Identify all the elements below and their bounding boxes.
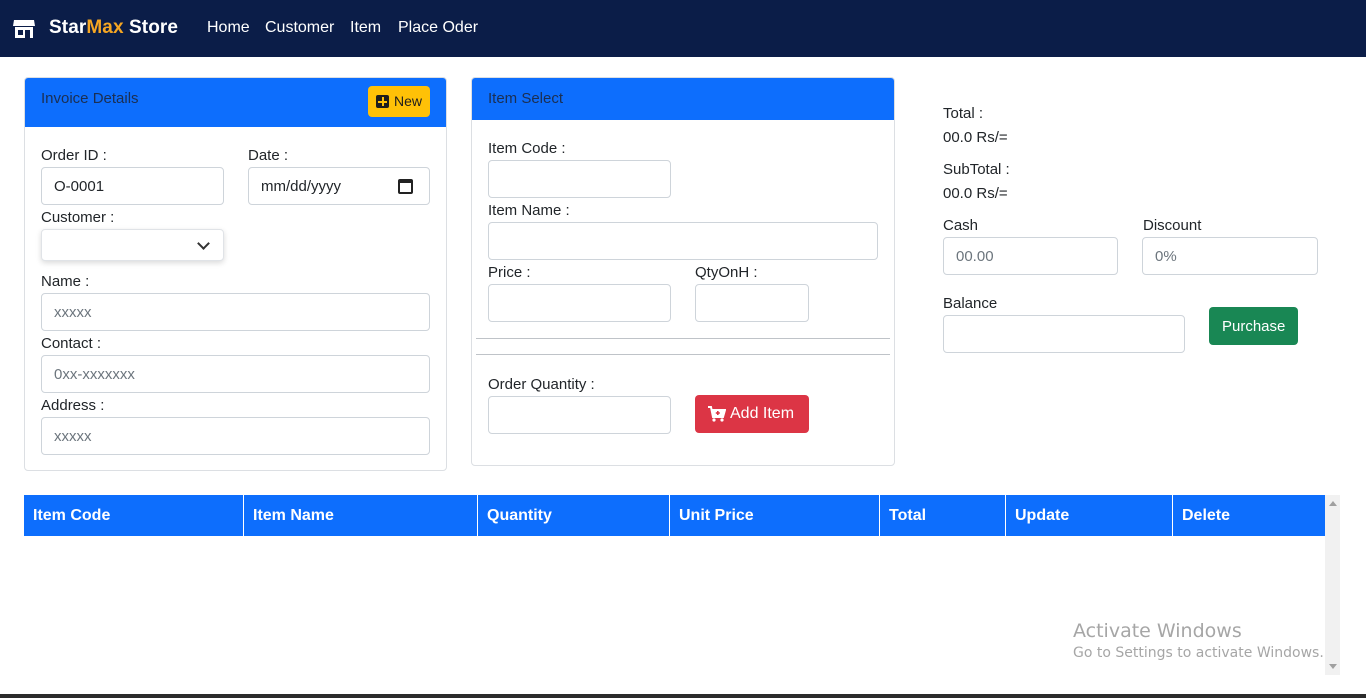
cash-label: Cash <box>943 217 979 234</box>
order-quantity-input[interactable] <box>488 396 671 434</box>
subtotal-label: SubTotal : <box>943 161 1010 178</box>
total-label: Total : <box>943 105 984 122</box>
discount-label: Discount <box>1143 217 1202 234</box>
item-code-input[interactable] <box>488 160 671 198</box>
name-input[interactable] <box>41 293 430 331</box>
table-header-row: Item Code Item Name Quantity Unit Price … <box>24 495 1325 536</box>
calendar-icon[interactable] <box>398 179 413 194</box>
invoice-details-card: Invoice Details New Order ID : Date : mm… <box>24 77 447 471</box>
col-item-name: Item Name <box>243 495 477 536</box>
contact-label: Contact : <box>41 335 102 352</box>
purchase-label: Purchase <box>1222 318 1286 335</box>
activate-windows-subtitle: Go to Settings to activate Windows. <box>1073 645 1324 661</box>
cash-input[interactable] <box>943 237 1118 275</box>
order-id-input[interactable] <box>41 167 224 205</box>
divider-bottom <box>476 354 890 355</box>
plus-square-icon <box>376 95 389 108</box>
date-placeholder: mm/dd/yyyy <box>261 178 342 195</box>
col-total: Total <box>879 495 1005 536</box>
qty-on-hand-label: QtyOnH : <box>695 264 758 281</box>
brand-name[interactable]: StarMax Store <box>49 17 178 39</box>
brand-highlight: Max <box>86 17 124 38</box>
store-icon <box>13 20 35 38</box>
purchase-button[interactable]: Purchase <box>1209 307 1298 345</box>
address-label: Address : <box>41 397 105 414</box>
invoice-card-header: Invoice Details New <box>25 78 446 127</box>
col-unit-price: Unit Price <box>669 495 879 536</box>
subtotal-value: 00.0 Rs/= <box>943 185 1008 202</box>
item-select-card-title: Item Select <box>488 90 564 107</box>
date-input[interactable]: mm/dd/yyyy <box>248 167 430 205</box>
nav-customer[interactable]: Customer <box>265 19 334 37</box>
nav-home[interactable]: Home <box>207 19 250 37</box>
new-invoice-button[interactable]: New <box>368 86 430 117</box>
col-delete: Delete <box>1172 495 1325 536</box>
chevron-down-icon <box>197 237 210 250</box>
total-value: 00.0 Rs/= <box>943 129 1008 146</box>
add-item-button[interactable]: Add Item <box>695 395 809 433</box>
add-item-label: Add Item <box>730 405 795 422</box>
scroll-up-arrow-icon[interactable] <box>1329 501 1337 506</box>
col-quantity: Quantity <box>477 495 669 536</box>
price-label: Price : <box>488 264 531 281</box>
order-quantity-label: Order Quantity : <box>488 376 595 393</box>
navbar: StarMax Store Home Customer Item Place O… <box>0 0 1366 57</box>
item-select-card: Item Select Item Code : Item Name : Pric… <box>471 77 895 466</box>
nav-item[interactable]: Item <box>350 19 381 37</box>
new-button-label: New <box>394 93 423 109</box>
customer-select[interactable] <box>41 229 224 261</box>
activate-windows-title: Activate Windows <box>1073 620 1242 642</box>
nav-place-order[interactable]: Place Oder <box>398 19 478 37</box>
balance-label: Balance <box>943 295 998 312</box>
order-id-label: Order ID : <box>41 147 107 164</box>
address-input[interactable] <box>41 417 430 455</box>
discount-input[interactable] <box>1142 237 1318 275</box>
name-label: Name : <box>41 273 90 290</box>
contact-input[interactable] <box>41 355 430 393</box>
date-label: Date : <box>248 147 289 164</box>
divider-top <box>476 338 890 339</box>
item-code-label: Item Code : <box>488 140 566 157</box>
table-scrollbar[interactable] <box>1325 495 1340 675</box>
cart-plus-icon <box>708 406 726 422</box>
scroll-down-arrow-icon[interactable] <box>1329 664 1337 669</box>
qty-on-hand-input[interactable] <box>695 284 809 322</box>
customer-label: Customer : <box>41 209 115 226</box>
item-name-input[interactable] <box>488 222 878 260</box>
invoice-card-title: Invoice Details <box>41 90 139 107</box>
col-item-code: Item Code <box>33 507 111 524</box>
brand-prefix: Star <box>49 17 87 38</box>
brand-suffix: Store <box>123 17 179 38</box>
price-input[interactable] <box>488 284 671 322</box>
bottom-border <box>0 694 1366 698</box>
item-select-card-header: Item Select <box>472 78 894 120</box>
item-name-label: Item Name : <box>488 202 570 219</box>
col-update: Update <box>1005 495 1172 536</box>
balance-input[interactable] <box>943 315 1185 353</box>
